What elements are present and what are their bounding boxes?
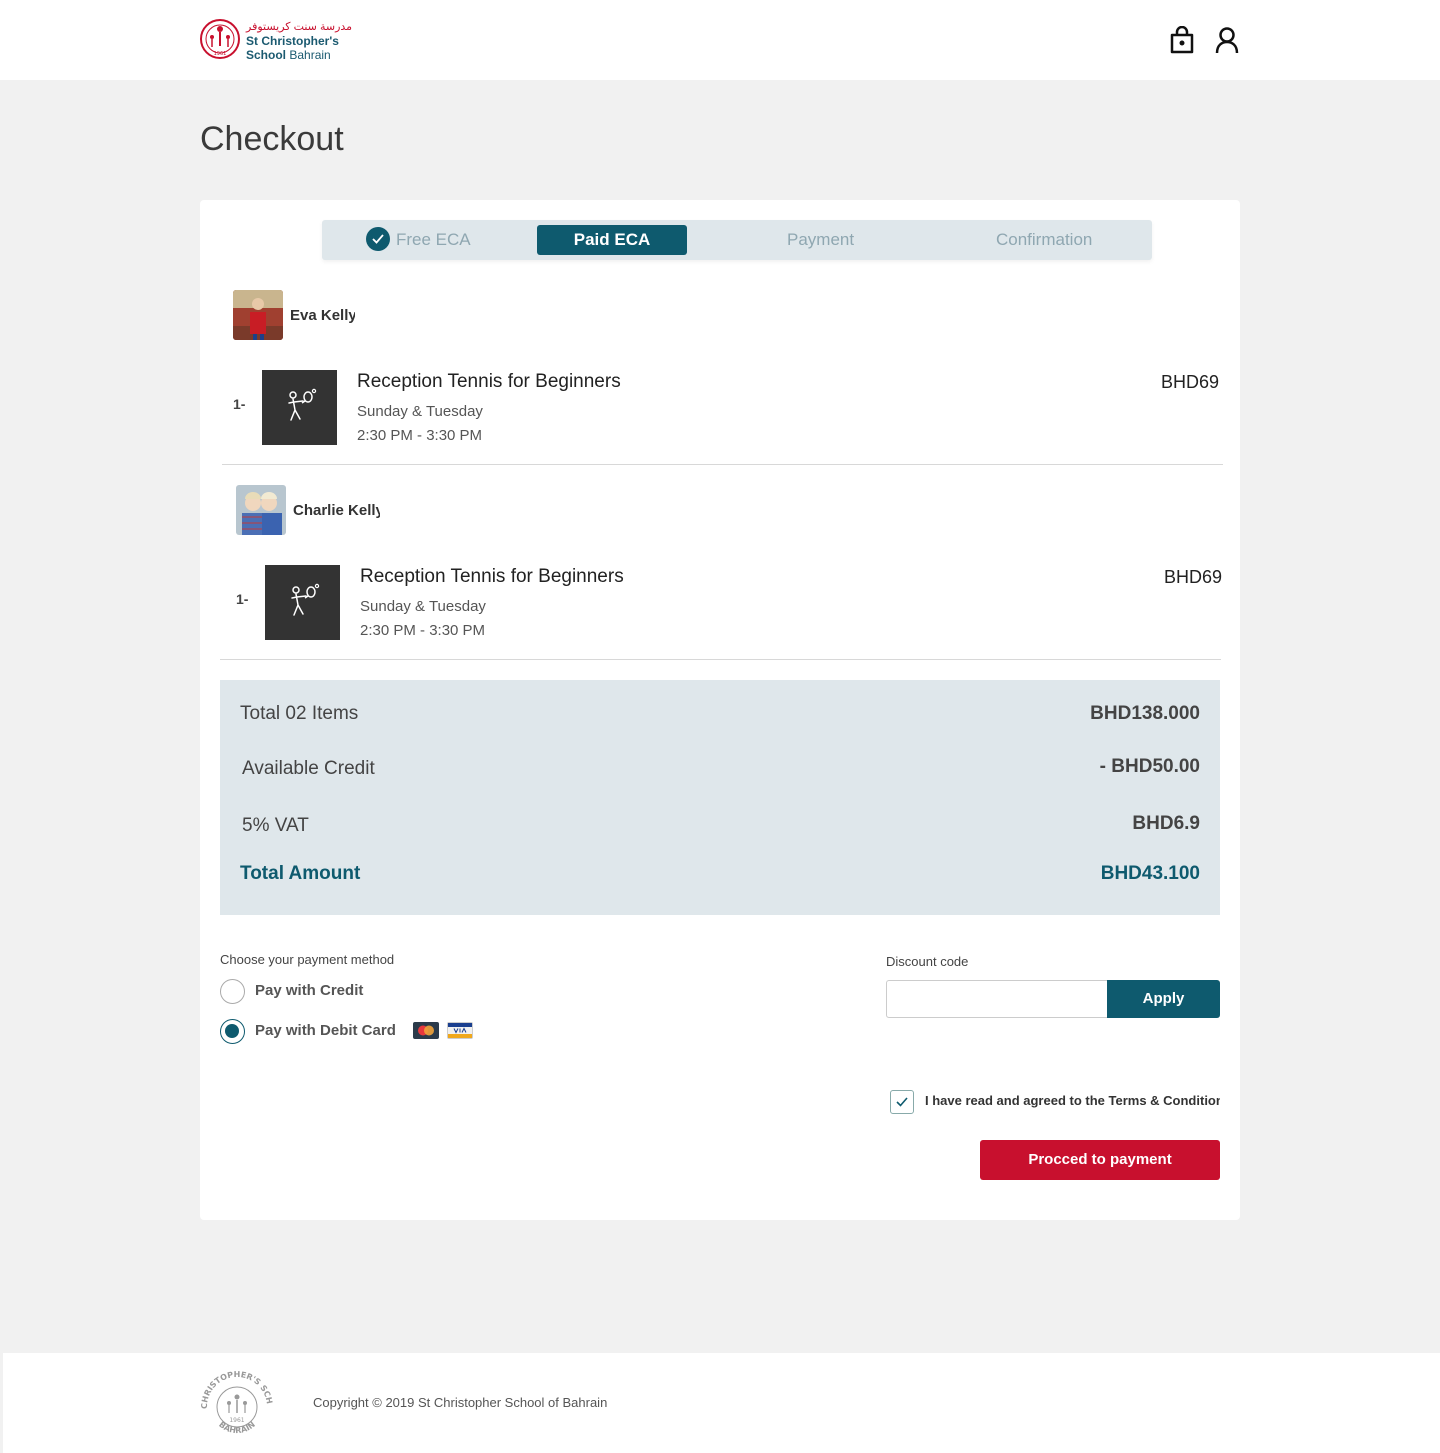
copyright-text: Copyright © 2019 St Christopher School o… <box>313 1395 608 1410</box>
radio-label: Pay with Credit <box>255 982 364 999</box>
activity-thumbnail <box>265 565 340 640</box>
item-time: 2:30 PM - 3:30 PM <box>360 622 486 639</box>
child-name: Charlie Kelly <box>293 502 380 519</box>
radio-label: Pay with Debit Card <box>255 1022 396 1039</box>
apply-button[interactable]: Apply <box>1107 980 1220 1018</box>
logo-text: مدرسة سنت كريستوفر St Christopher's Scho… <box>246 20 352 62</box>
item-index: 1- <box>236 591 249 607</box>
available-credit-label: Available Credit <box>242 758 375 779</box>
total-items-label: Total 02 Items <box>240 703 359 724</box>
discount-code-input[interactable] <box>886 980 1108 1018</box>
checkout-stepper: Free ECA Paid ECA Payment Confirmation <box>322 220 1152 260</box>
total-amount-label: Total Amount <box>240 863 361 884</box>
mastercard-icon <box>413 1022 439 1039</box>
divider <box>220 659 1221 660</box>
total-amount-value: BHD43.100 <box>1100 863 1200 884</box>
available-credit-value: - BHD50.00 <box>1099 756 1200 777</box>
vat-value: BHD6.9 <box>1132 813 1200 834</box>
item-title: Reception Tennis for Beginners <box>360 566 624 587</box>
page-title: Checkout <box>200 120 344 158</box>
site-footer: ST CHRISTOPHER'S SCHOOL BAHRAIN 1961 Cop… <box>3 1353 1440 1453</box>
school-logo[interactable]: 1961 مدرسة سنت كريستوفر St Christopher's… <box>199 18 352 62</box>
step-payment[interactable]: Payment <box>787 220 854 260</box>
step-free-eca[interactable]: Free ECA <box>366 220 471 260</box>
shopping-bag-icon[interactable] <box>1169 26 1195 54</box>
step-label: Free ECA <box>396 230 471 249</box>
item-days: Sunday & Tuesday <box>360 598 486 615</box>
tennis-player-icon <box>291 583 320 616</box>
check-icon <box>366 226 390 251</box>
visa-icon <box>447 1022 473 1039</box>
terms-label[interactable]: I have read and agreed to the Terms & Co… <box>925 1093 1220 1108</box>
item-time: 2:30 PM - 3:30 PM <box>357 427 483 444</box>
activity-thumbnail <box>262 370 337 445</box>
checkout-card: Free ECA Paid ECA Payment Confirmation E… <box>200 200 1240 1220</box>
user-icon[interactable] <box>1214 26 1240 54</box>
order-summary: Total 02 Items BHD138.000 Available Cred… <box>220 680 1220 915</box>
terms-checkbox[interactable] <box>890 1090 914 1114</box>
radio-button[interactable] <box>220 979 245 1004</box>
check-icon <box>896 1097 908 1107</box>
avatar <box>233 290 283 340</box>
item-price: BHD69 <box>1164 567 1223 587</box>
site-header: 1961 مدرسة سنت كريستوفر St Christopher's… <box>0 0 1440 80</box>
pay-with-debit-card-option[interactable]: Pay with Debit Card <box>220 1019 480 1045</box>
logo-line-2: School Bahrain <box>246 48 331 62</box>
school-crest-icon: 1961 <box>200 19 240 59</box>
vat-label: 5% VAT <box>242 815 309 836</box>
item-title: Reception Tennis for Beginners <box>357 371 621 392</box>
tennis-player-icon <box>288 388 317 421</box>
logo-line-1: St Christopher's <box>246 34 339 48</box>
item-price: BHD69 <box>1161 372 1220 392</box>
school-seal-icon: ST CHRISTOPHER'S SCHOOL BAHRAIN 1961 <box>199 1367 274 1435</box>
seal-year: 1961 <box>229 1417 244 1424</box>
proceed-to-payment-button[interactable]: Procced to payment <box>980 1140 1220 1180</box>
payment-method-label: Choose your payment method <box>220 952 395 967</box>
step-paid-eca[interactable]: Paid ECA <box>537 225 687 255</box>
logo-year: 1961 <box>214 51 227 57</box>
discount-code-label: Discount code <box>886 954 969 969</box>
item-index: 1- <box>233 396 246 412</box>
pay-with-credit-option[interactable]: Pay with Credit <box>220 979 420 1005</box>
item-days: Sunday & Tuesday <box>357 403 483 420</box>
child-name: Eva Kelly <box>290 307 355 324</box>
avatar <box>236 485 286 535</box>
logo-arabic: مدرسة سنت كريستوفر <box>246 21 353 33</box>
radio-button[interactable] <box>220 1019 245 1044</box>
total-items-value: BHD138.000 <box>1090 703 1200 724</box>
divider <box>222 464 1223 465</box>
step-confirmation[interactable]: Confirmation <box>996 220 1092 260</box>
